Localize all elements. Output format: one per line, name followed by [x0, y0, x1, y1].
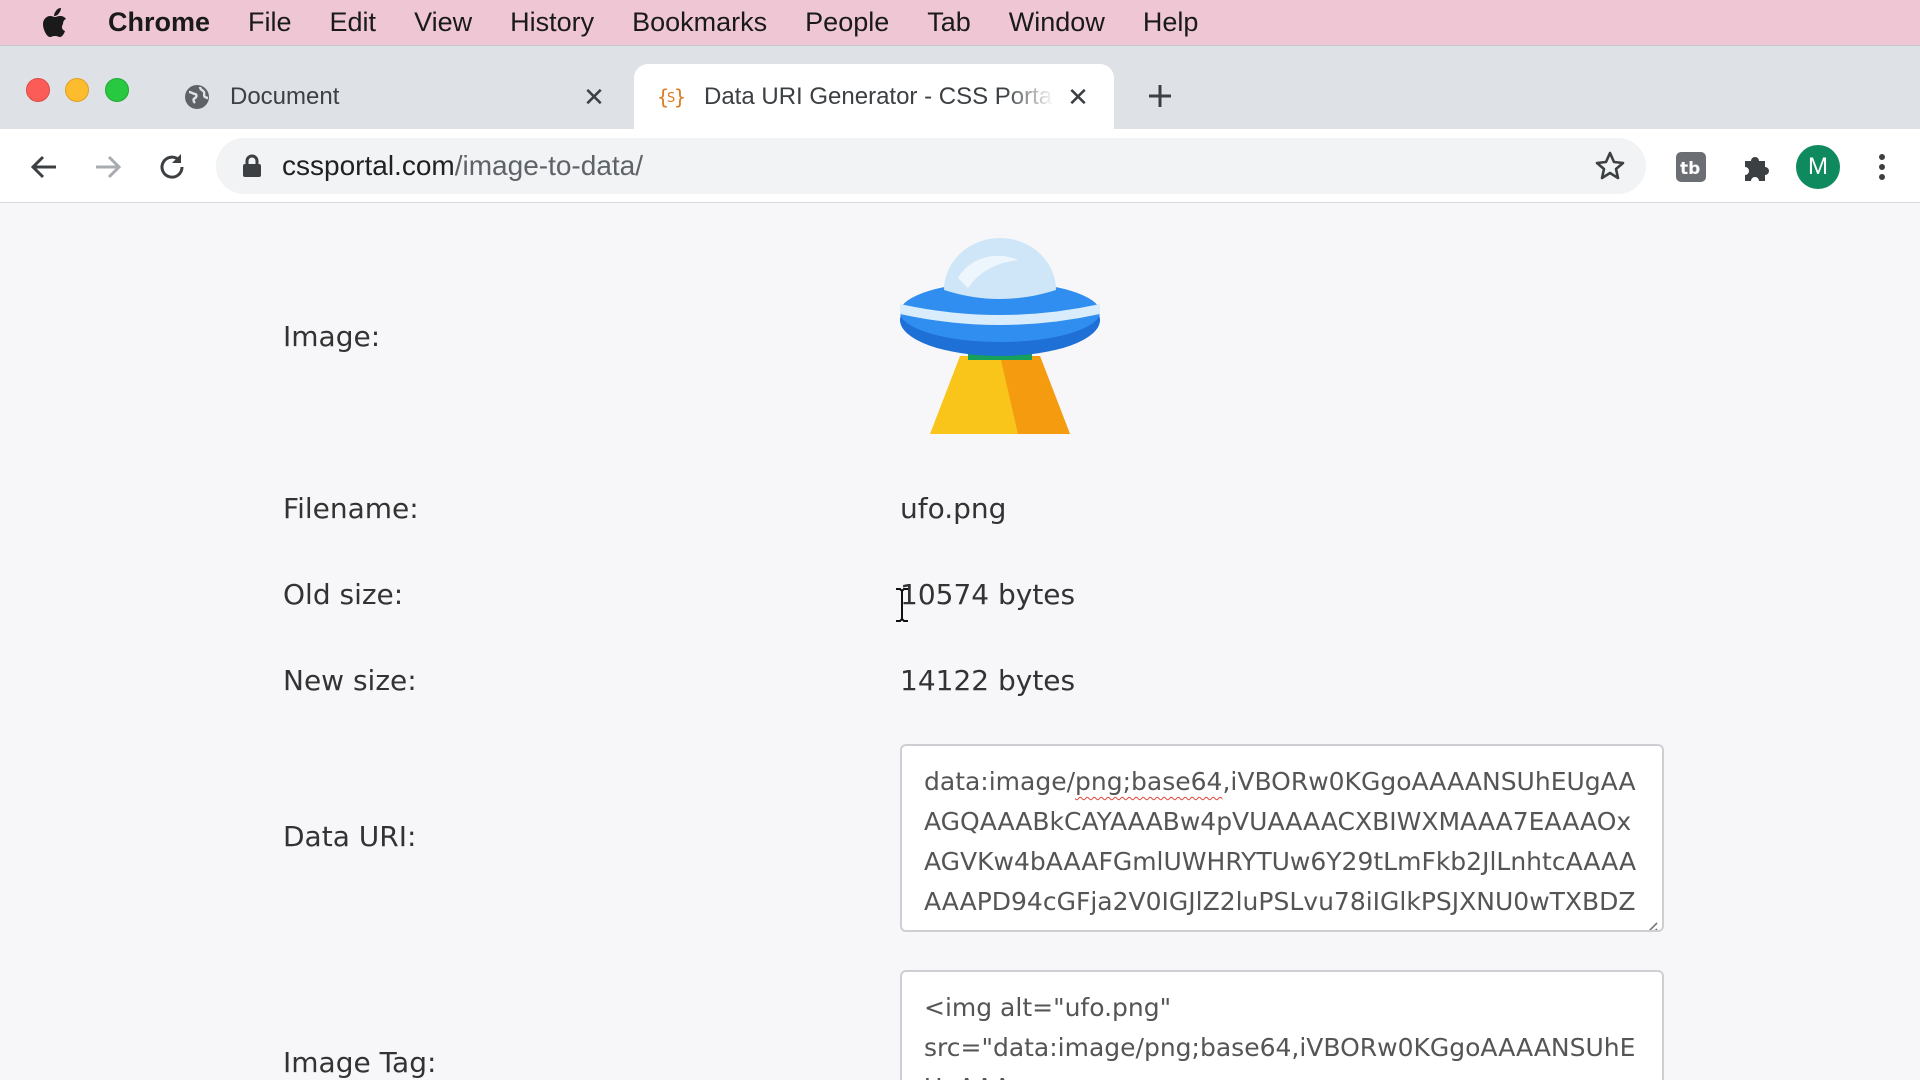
tab-data-uri-generator[interactable]: {} S Data URI Generator - CSS Portal ✕: [634, 64, 1114, 130]
maximize-window-button[interactable]: [105, 78, 129, 102]
cssportal-favicon-icon: {} S: [656, 82, 686, 112]
filename-value: ufo.png: [900, 492, 1007, 525]
close-window-button[interactable]: [26, 78, 50, 102]
svg-text:tb: tb: [1680, 159, 1700, 179]
ufo-image: [898, 232, 1102, 442]
data-uri-textarea[interactable]: data:image/png;base64,iVBORw0KGgoAAAANSU…: [900, 744, 1664, 932]
reload-icon[interactable]: [152, 147, 192, 187]
menu-window[interactable]: Window: [1009, 7, 1105, 38]
image-tag-line: <img alt="ufo.png": [924, 993, 1172, 1022]
menu-edit[interactable]: Edit: [330, 7, 377, 38]
image-tag-line: src="data:image/png;base64,iVBORw0KGgoAA…: [924, 1033, 1636, 1080]
image-tag-label: Image Tag:: [283, 1046, 437, 1079]
extensions-puzzle-icon[interactable]: [1735, 147, 1775, 187]
old-size-value: 10574 bytes: [900, 578, 1076, 611]
lock-icon[interactable]: [242, 154, 262, 178]
old-size-label: Old size:: [283, 578, 404, 611]
data-uri-misspelled-word: png;base64: [1075, 767, 1223, 796]
url-text[interactable]: cssportal.com/image-to-data/: [282, 150, 643, 182]
more-menu-icon[interactable]: [1862, 147, 1902, 187]
image-tag-textarea[interactable]: <img alt="ufo.png" src="data:image/png;b…: [900, 970, 1664, 1080]
menu-help[interactable]: Help: [1143, 7, 1199, 38]
apple-icon[interactable]: [40, 7, 82, 39]
filename-label: Filename:: [283, 492, 419, 525]
new-size-value: 14122 bytes: [900, 664, 1076, 697]
menu-bookmarks[interactable]: Bookmarks: [632, 7, 767, 38]
menu-tab[interactable]: Tab: [927, 7, 971, 38]
browser-toolbar: cssportal.com/image-to-data/ tb M: [0, 129, 1920, 203]
menu-chrome[interactable]: Chrome: [108, 7, 210, 38]
extension-tb-icon[interactable]: tb: [1671, 147, 1711, 187]
data-uri-label: Data URI:: [283, 820, 417, 853]
profile-avatar[interactable]: M: [1796, 145, 1840, 189]
tab-title: Data URI Generator - CSS Portal: [704, 83, 1054, 110]
tab-document[interactable]: Document ✕: [160, 64, 630, 130]
macos-menubar: Chrome File Edit View History Bookmarks …: [0, 0, 1920, 45]
close-tab-icon[interactable]: ✕: [580, 82, 608, 112]
data-uri-prefix: data:image/: [924, 767, 1076, 796]
resize-grip-icon[interactable]: [1640, 908, 1658, 930]
image-label: Image:: [283, 320, 381, 353]
page-content: Image: Filename: ufo.png Old size: 10574…: [0, 204, 1920, 1080]
bookmark-star-icon[interactable]: [1594, 150, 1626, 182]
menu-view[interactable]: View: [414, 7, 472, 38]
forward-arrow-icon[interactable]: [88, 147, 128, 187]
menu-people[interactable]: People: [805, 7, 889, 38]
new-size-label: New size:: [283, 664, 417, 697]
svg-text:}: }: [674, 85, 685, 109]
minimize-window-button[interactable]: [65, 78, 89, 102]
menu-history[interactable]: History: [510, 7, 594, 38]
close-tab-icon[interactable]: ✕: [1064, 82, 1092, 112]
url-path: /image-to-data/: [454, 150, 644, 181]
address-bar[interactable]: cssportal.com/image-to-data/: [216, 138, 1646, 194]
tab-title: Document: [230, 83, 340, 110]
url-domain: cssportal.com: [282, 150, 455, 181]
back-arrow-icon[interactable]: [24, 147, 64, 187]
tab-strip: Document ✕ {} S Data URI Generator - CSS …: [0, 45, 1920, 130]
new-tab-button[interactable]: [1140, 76, 1180, 116]
text-cursor-icon: [893, 587, 911, 623]
svg-text:S: S: [667, 91, 675, 106]
menu-file[interactable]: File: [248, 7, 292, 38]
globe-icon: [182, 82, 212, 112]
